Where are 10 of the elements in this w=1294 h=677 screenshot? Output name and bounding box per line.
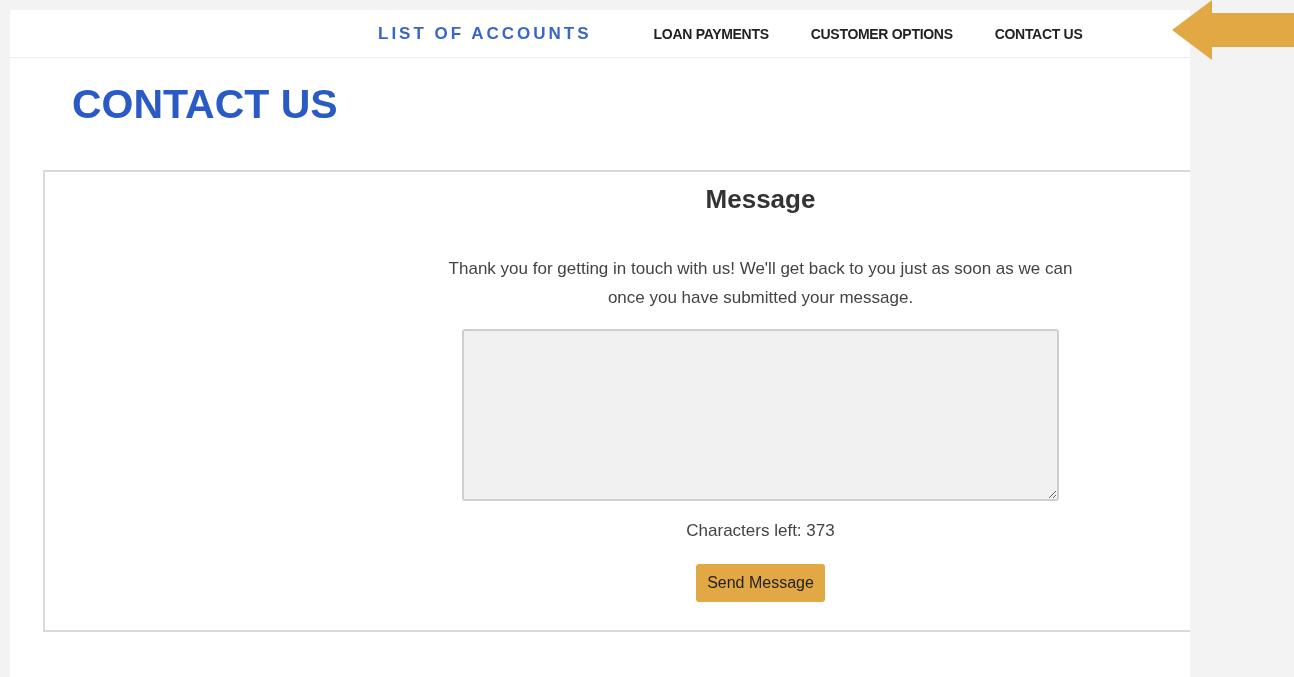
nav-link[interactable]: CUSTOMER OPTIONS <box>810 25 953 42</box>
nav-link[interactable]: LIST OF ACCOUNTS <box>378 23 592 44</box>
intro-text: Thank you for getting in touch with us! We'll get back to you just as soon as we can once you have submitted your message. <box>447 258 1074 309</box>
form-heading: Message <box>705 183 816 216</box>
nav-link[interactable]: LOAN PAYMENTS <box>653 25 769 42</box>
message-field[interactable] <box>462 329 1059 501</box>
send-button[interactable]: Send Message <box>696 564 825 602</box>
nav-link[interactable]: CONTACT US <box>994 25 1083 42</box>
page-title: CONTACT US <box>72 80 338 128</box>
character-counter: Characters left: 373 <box>686 521 835 541</box>
